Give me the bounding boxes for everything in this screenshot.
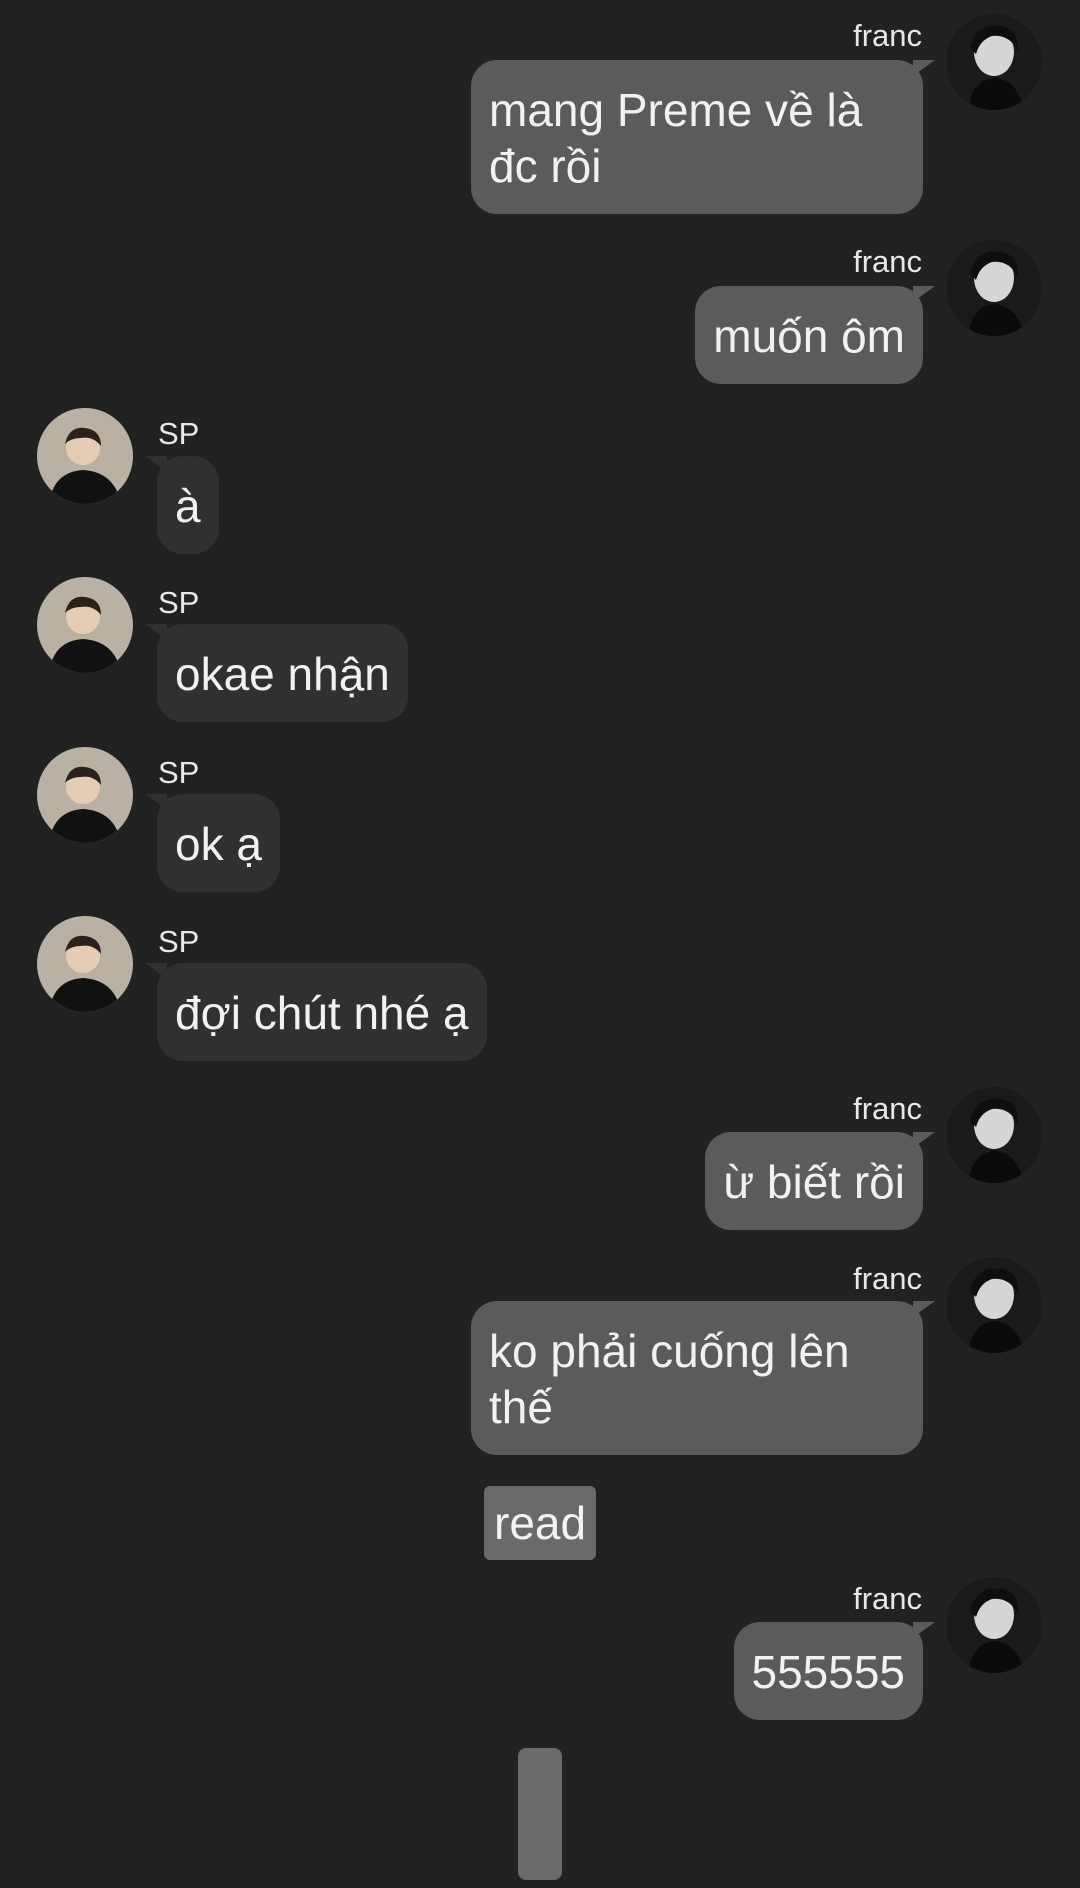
message-bubble[interactable]: muốn ôm — [695, 286, 935, 384]
scroll-handle[interactable] — [518, 1748, 562, 1880]
franc-avatar-icon[interactable] — [946, 1087, 1042, 1183]
franc-avatar-icon[interactable] — [946, 240, 1042, 336]
message-text-line: okae nhận — [175, 648, 390, 700]
sender-name: SP — [158, 924, 200, 959]
message-text-line: đc rồi — [489, 140, 602, 192]
message-text-line: 555555 — [751, 1646, 906, 1698]
sender-name: franc — [853, 18, 922, 53]
message-bubble[interactable]: ko phải cuống lên thế — [471, 1301, 935, 1455]
sp-avatar-icon[interactable] — [37, 916, 133, 1012]
message-bubble[interactable]: ừ biết rồi — [705, 1132, 935, 1230]
franc-avatar-icon[interactable] — [946, 14, 1042, 110]
sender-name: franc — [853, 244, 922, 279]
message-text-line: đợi chút nhé ạ — [175, 987, 469, 1039]
sp-avatar-icon[interactable] — [37, 747, 133, 843]
message-text-line: mang Preme về là — [489, 84, 863, 136]
message-text-line: à — [175, 480, 201, 532]
message-bubble[interactable]: mang Preme về là đc rồi — [471, 60, 935, 214]
sender-name: SP — [158, 755, 200, 790]
message-bubble[interactable]: okae nhận — [145, 624, 408, 722]
sp-avatar-icon[interactable] — [37, 408, 133, 504]
message-bubble[interactable]: 555555 — [733, 1622, 935, 1720]
sender-name: franc — [853, 1581, 922, 1616]
sender-name: SP — [158, 416, 200, 451]
message-text-line: ok ạ — [175, 818, 262, 870]
sp-avatar-icon[interactable] — [37, 577, 133, 673]
message-text-line: muốn ôm — [713, 310, 905, 362]
message-bubble[interactable]: đợi chút nhé ạ — [145, 963, 487, 1061]
message-text-line: thế — [489, 1381, 553, 1433]
message-text-line: ko phải cuống lên — [489, 1325, 850, 1377]
sender-name: franc — [853, 1091, 922, 1126]
message-bubble[interactable]: ok ạ — [145, 794, 280, 892]
franc-avatar-icon[interactable] — [946, 1257, 1042, 1353]
message-bubble[interactable]: à — [145, 456, 219, 554]
read-receipt-badge: read — [484, 1486, 597, 1560]
message-text-line: ừ biết rồi — [723, 1156, 905, 1208]
sender-name: SP — [158, 585, 200, 620]
sender-name: franc — [853, 1261, 922, 1296]
franc-avatar-icon[interactable] — [946, 1577, 1042, 1673]
